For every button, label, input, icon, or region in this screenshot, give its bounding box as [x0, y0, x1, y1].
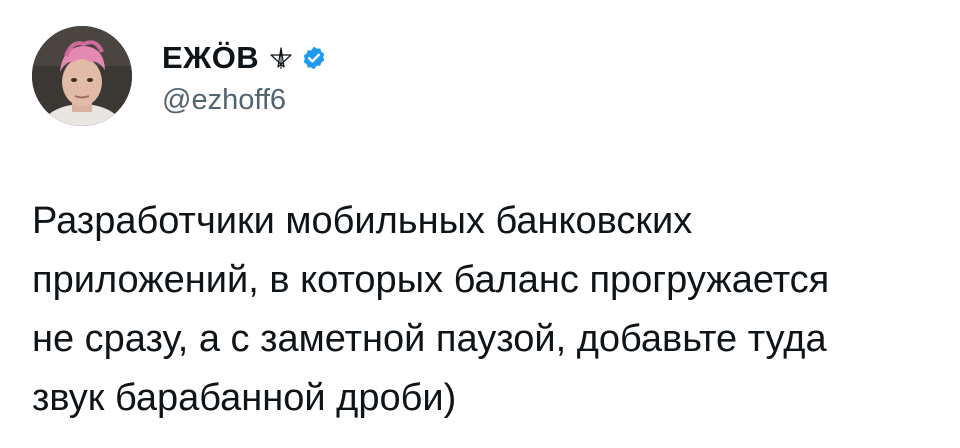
name-row: ЕЖÖВ [162, 36, 327, 80]
verified-badge-icon [301, 45, 327, 71]
pentagram-icon [269, 46, 293, 70]
avatar[interactable] [32, 26, 132, 126]
tweet-text: Разработчики мобильных банковских прилож… [32, 200, 830, 419]
author-identity: ЕЖÖВ @ezhoff6 [162, 36, 327, 117]
tweet-card: ЕЖÖВ @ezhoff6 Разработчики мобильных бан… [0, 0, 960, 448]
display-name[interactable]: ЕЖÖВ [162, 40, 259, 76]
author-handle[interactable]: @ezhoff6 [162, 84, 327, 117]
tweet-header: ЕЖÖВ @ezhoff6 [32, 26, 327, 126]
avatar-image [32, 26, 132, 126]
